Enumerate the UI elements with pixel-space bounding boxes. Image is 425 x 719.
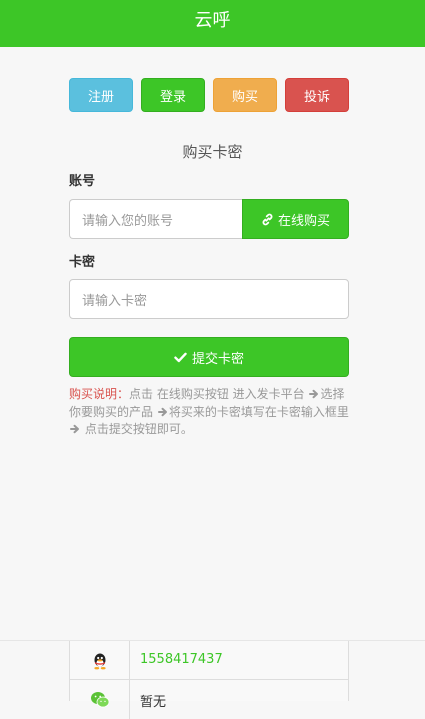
online-buy-button[interactable]: 在线购买 (242, 199, 349, 239)
arrow-right-icon (70, 424, 79, 434)
submit-card-button[interactable]: 提交卡密 (69, 337, 349, 377)
wechat-icon (90, 691, 109, 707)
link-icon (262, 213, 273, 225)
check-icon (174, 352, 187, 362)
contact-icon-cell (70, 641, 130, 680)
submit-label: 提交卡密 (191, 351, 244, 367)
contact-table: 1558417437 暂无 (69, 641, 349, 719)
instructions-step-3: 将买来的卡密填写在卡密输入框里 (168, 404, 349, 419)
contact-row-qq: 1558417437 (70, 641, 348, 680)
form-title: 购买卡密 (182, 143, 243, 161)
complain-button[interactable]: 投诉 (285, 78, 349, 112)
contact-icon-cell (70, 680, 130, 719)
arrow-right-icon (157, 407, 167, 416)
card-label: 卡密 (69, 255, 96, 270)
instructions-step-1: 点击 在线购买按钮 进入发卡平台 (129, 387, 305, 401)
header-bar: 云呼 (0, 0, 425, 47)
account-label: 账号 (69, 174, 96, 189)
app-title: 云呼 (194, 10, 231, 31)
contact-row-wechat: 暂无 (70, 680, 348, 719)
nav-button-row: 注册 登录 购买 投诉 (69, 78, 349, 112)
card-input[interactable]: 请输入卡密 (69, 279, 349, 319)
qq-penguin-icon (93, 653, 106, 669)
instructions-step-4: 点击提交按钮即可。 (84, 422, 193, 436)
account-input[interactable]: 请输入您的账号 (69, 199, 243, 239)
instructions-heading: 购买说明： (69, 387, 130, 401)
buy-button[interactable]: 购买 (213, 78, 277, 112)
qq-number[interactable]: 1558417437 (140, 652, 223, 667)
online-buy-label: 在线购买 (277, 213, 330, 229)
login-button[interactable]: 登录 (141, 78, 205, 112)
purchase-instructions: 购买说明：点击 在线购买按钮 进入发卡平台 选择你要购买的产品 将买来的卡密填写… (69, 386, 352, 439)
arrow-right-icon (309, 389, 319, 399)
register-button[interactable]: 注册 (69, 78, 133, 112)
